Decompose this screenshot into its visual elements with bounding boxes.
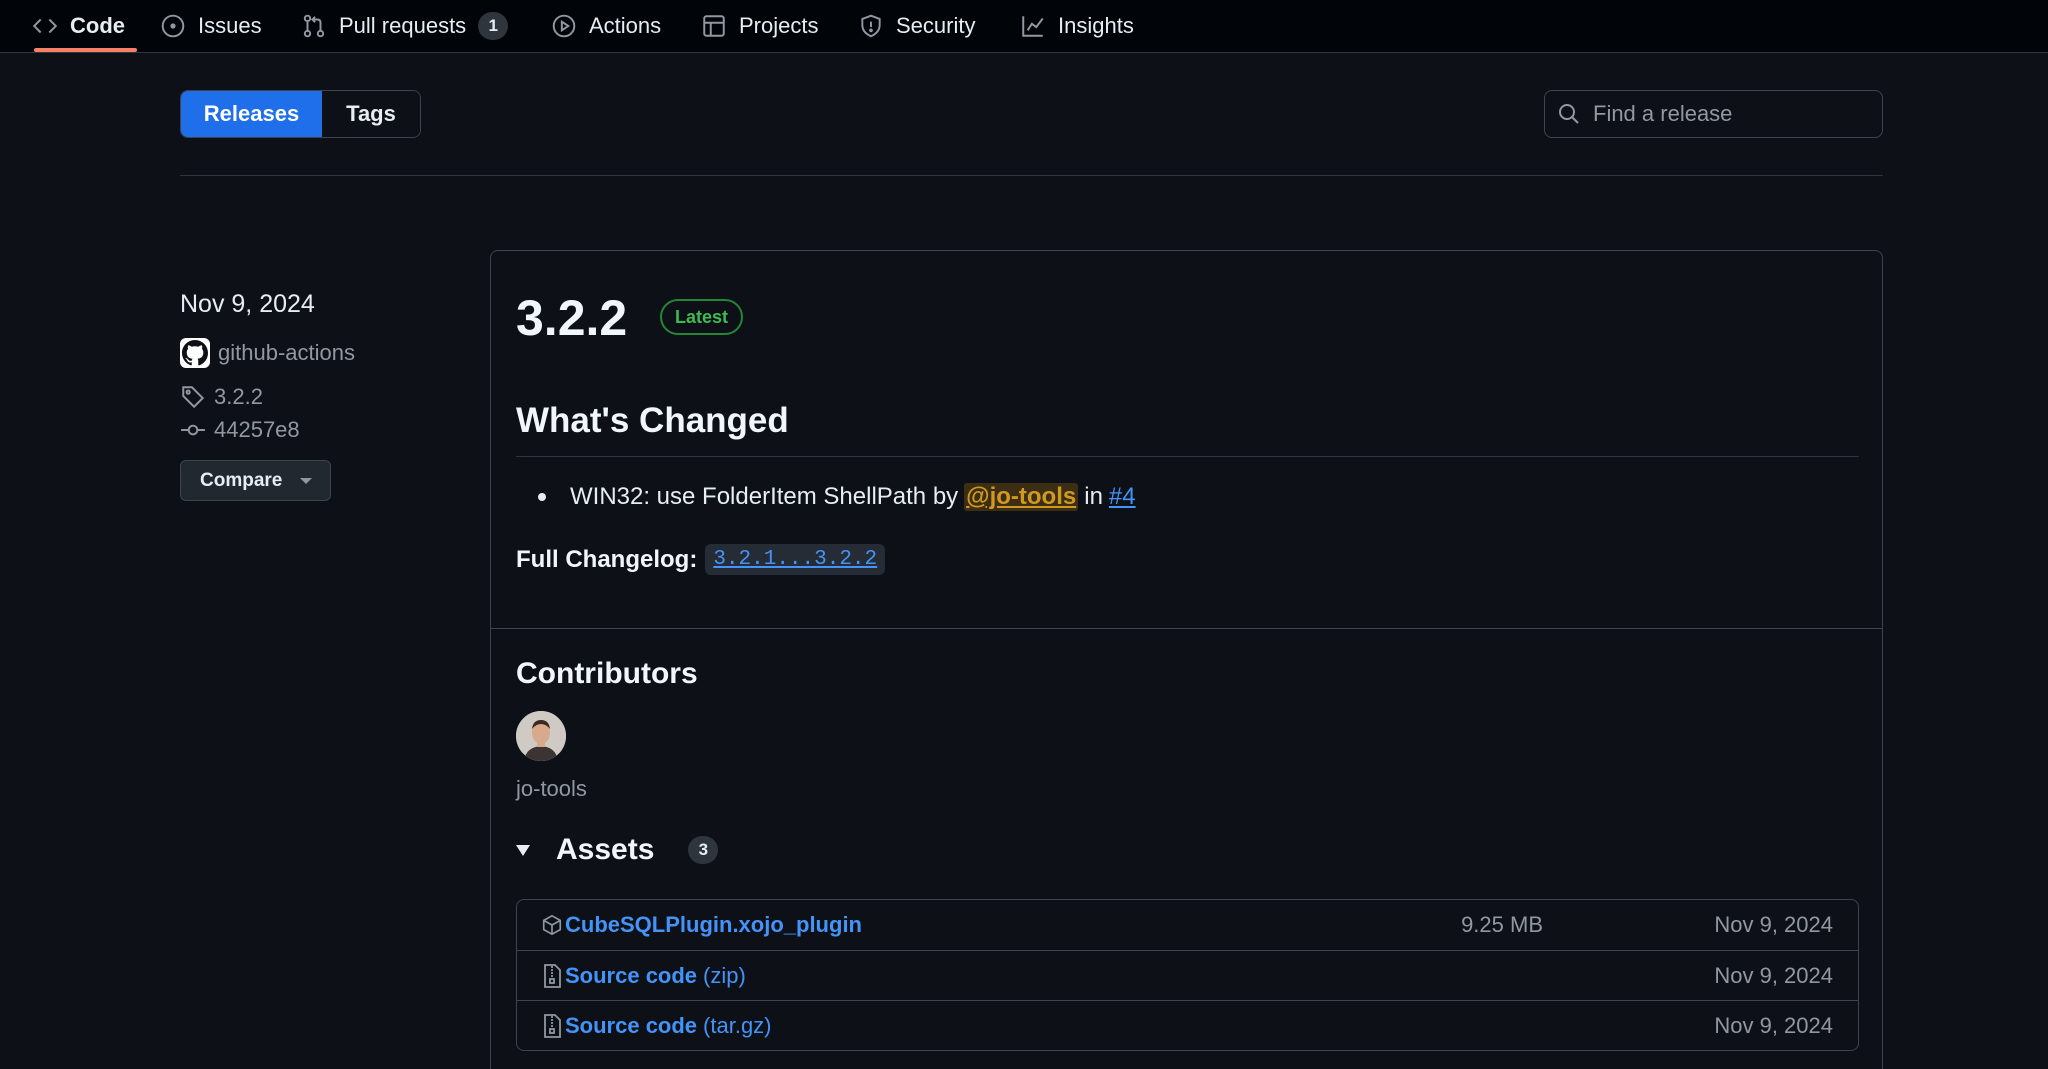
asset-date: Nov 9, 2024 bbox=[1714, 912, 1833, 937]
assets-list: CubeSQLPlugin.xojo_plugin 9.25 MB Nov 9,… bbox=[516, 899, 1859, 1051]
change-text: WIN32: use FolderItem ShellPath by bbox=[570, 483, 959, 510]
tab-label: Projects bbox=[739, 13, 819, 38]
whats-changed-heading: What's Changed bbox=[516, 401, 789, 440]
compare-button[interactable]: Compare bbox=[180, 460, 331, 501]
tag-name: 3.2.2 bbox=[214, 384, 263, 409]
heading-rule bbox=[516, 456, 1859, 457]
avatar[interactable] bbox=[516, 711, 566, 761]
commit-sha: 44257e8 bbox=[214, 417, 300, 442]
asset-date: Nov 9, 2024 bbox=[1714, 962, 1833, 988]
code-icon bbox=[32, 18, 58, 34]
full-changelog: Full Changelog: 3.2.1...3.2.2 bbox=[516, 544, 886, 575]
changelog-compare-link[interactable]: 3.2.1...3.2.2 bbox=[705, 544, 886, 575]
divider bbox=[180, 175, 1883, 176]
list-item: Source code (tar.gz) Nov 9, 2024 bbox=[517, 1000, 1858, 1050]
issue-icon bbox=[161, 14, 185, 38]
release-card: 3.2.2 Latest What's Changed WIN32: use F… bbox=[490, 250, 1883, 1069]
file-zip-icon bbox=[544, 1013, 561, 1038]
commit-icon bbox=[181, 424, 205, 436]
caret-down-icon bbox=[300, 477, 313, 484]
tab-label: Code bbox=[70, 13, 125, 38]
asset-link[interactable]: Source code bbox=[565, 963, 697, 989]
release-commit[interactable]: 44257e8 bbox=[180, 417, 300, 443]
contributor-name[interactable]: jo-tools bbox=[516, 776, 587, 802]
tab-label: Actions bbox=[589, 13, 662, 38]
release-tag[interactable]: 3.2.2 bbox=[180, 384, 263, 410]
asset-suffix: (zip) bbox=[703, 962, 746, 988]
pull-request-count: 1 bbox=[478, 12, 509, 40]
list-item: Source code (zip) Nov 9, 2024 bbox=[517, 950, 1858, 1000]
change-in: in bbox=[1084, 483, 1103, 510]
tab-projects[interactable]: Projects bbox=[691, 0, 828, 52]
asset-suffix: (tar.gz) bbox=[703, 1012, 772, 1038]
tab-label: Pull requests bbox=[339, 13, 467, 38]
latest-badge: Latest bbox=[660, 299, 744, 335]
search-input[interactable] bbox=[1593, 101, 1873, 127]
tab-issues[interactable]: Issues bbox=[150, 0, 272, 52]
releases-tab[interactable]: Releases bbox=[181, 91, 322, 137]
tab-actions[interactable]: Actions bbox=[541, 0, 671, 52]
release-date: Nov 9, 2024 bbox=[180, 290, 315, 318]
github-logo-icon bbox=[180, 338, 210, 368]
compare-label: Compare bbox=[200, 469, 283, 491]
triangle-down-icon bbox=[516, 844, 530, 856]
list-item: CubeSQLPlugin.xojo_plugin 9.25 MB Nov 9,… bbox=[517, 900, 1858, 950]
table-icon bbox=[703, 15, 725, 37]
assets-count: 3 bbox=[688, 836, 719, 864]
asset-link[interactable]: CubeSQLPlugin.xojo_plugin bbox=[565, 912, 862, 938]
asset-size: 9.25 MB bbox=[1461, 912, 1543, 937]
section-divider bbox=[491, 628, 1882, 629]
contributors-heading: Contributors bbox=[516, 657, 698, 690]
tab-insights[interactable]: Insights bbox=[1010, 0, 1144, 52]
graph-icon bbox=[1022, 16, 1044, 37]
release-search bbox=[1544, 90, 1883, 138]
asset-date: Nov 9, 2024 bbox=[1714, 1012, 1833, 1038]
file-zip-icon bbox=[544, 963, 561, 988]
package-icon bbox=[542, 914, 562, 936]
bullet-dot bbox=[538, 493, 546, 501]
contributor-avatar-image bbox=[516, 711, 566, 761]
tags-tab[interactable]: Tags bbox=[322, 91, 420, 137]
release-author[interactable]: github-actions bbox=[180, 338, 355, 368]
shield-icon bbox=[861, 14, 881, 38]
change-item: WIN32: use FolderItem ShellPath by @jo-t… bbox=[538, 483, 1136, 511]
tag-icon bbox=[182, 386, 205, 409]
tab-label: Security bbox=[896, 13, 976, 38]
tab-code[interactable]: Code bbox=[22, 0, 137, 52]
user-mention-link[interactable]: @jo-tools bbox=[964, 483, 1079, 511]
pull-request-icon bbox=[303, 14, 325, 38]
author-name: github-actions bbox=[218, 340, 355, 365]
issue-link[interactable]: #4 bbox=[1109, 483, 1136, 511]
release-meta: Nov 9, 2024 github-actions 3.2.2 44257e8… bbox=[180, 290, 480, 501]
tab-label: Insights bbox=[1058, 13, 1134, 38]
release-version[interactable]: 3.2.2 bbox=[516, 289, 627, 347]
search-icon bbox=[1559, 104, 1579, 124]
asset-link[interactable]: Source code bbox=[565, 1013, 697, 1039]
tab-security[interactable]: Security bbox=[848, 0, 985, 52]
repo-nav: Code Issues Pull requests 1 Actions Proj… bbox=[0, 0, 2048, 53]
assets-toggle[interactable]: Assets 3 bbox=[516, 833, 719, 867]
changelog-label: Full Changelog: bbox=[516, 545, 698, 573]
releases-tags-toggle: Releases Tags bbox=[180, 90, 421, 138]
tab-pull-requests[interactable]: Pull requests 1 bbox=[291, 0, 518, 52]
assets-heading: Assets bbox=[556, 833, 655, 866]
play-icon bbox=[552, 14, 576, 38]
tab-label: Issues bbox=[198, 13, 262, 38]
